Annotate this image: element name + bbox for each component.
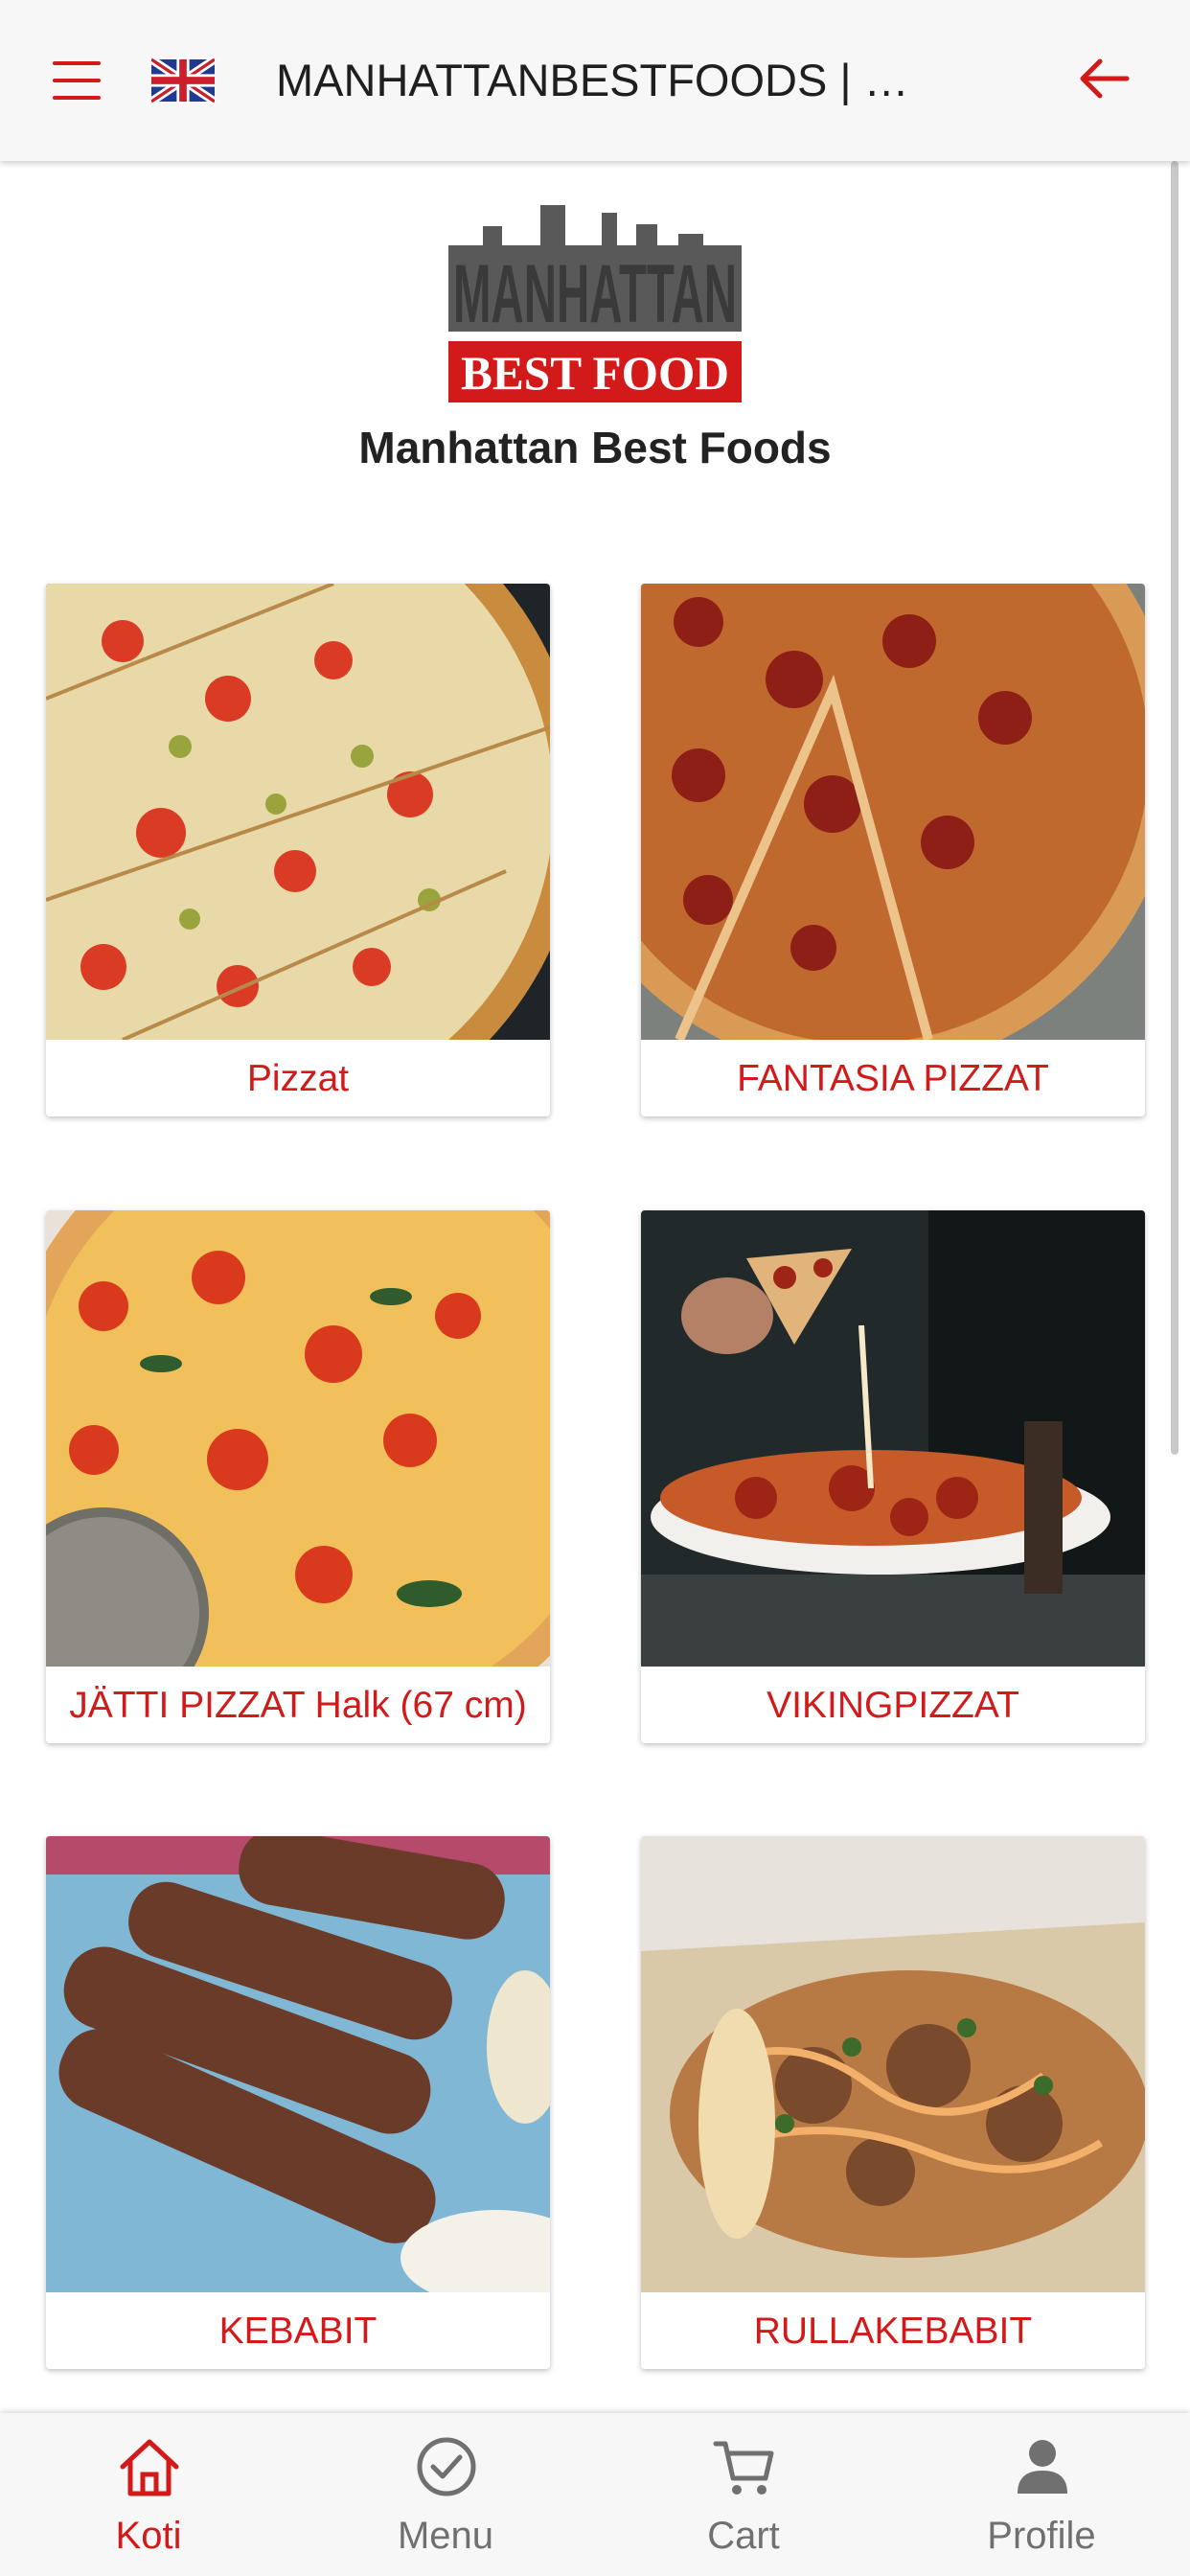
category-card-kebabit[interactable]: KEBABIT [46,1836,550,2369]
kebab-skewers-image [46,1836,550,2292]
svg-text:BEST FOOD: BEST FOOD [461,346,729,400]
kebab-roll-box-image [641,1836,1145,2292]
category-card-rullakebabit[interactable]: RULLAKEBABIT [641,1836,1145,2369]
svg-text:MANHATTAN: MANHATTAN [453,248,737,340]
category-label: JÄTTI PIZZAT Halk (67 cm) [69,1685,527,1726]
category-card-jatti-pizzat[interactable]: JÄTTI PIZZAT Halk (67 cm) [46,1210,550,1743]
category-label: Pizzat [246,1058,350,1099]
arrow-left-icon[interactable] [1077,56,1131,102]
bottom-navigation: Koti Menu Cart Profile [0,2413,1190,2576]
nav-item-koti[interactable]: Koti [0,2413,297,2576]
nav-label-profile: Profile [987,2515,1096,2557]
app-header: MANHATTANBESTFOODS | … [0,0,1190,161]
margherita-pizza-image [46,1210,550,1667]
pizza-slice-lift-image [641,1210,1145,1667]
category-card-vikingpizzat[interactable]: VIKINGPIZZAT [641,1210,1145,1743]
category-label: VIKINGPIZZAT [767,1685,1019,1726]
nav-item-profile[interactable]: Profile [893,2413,1190,2576]
nav-label-koti: Koti [115,2515,182,2557]
cart-icon [713,2441,774,2495]
category-card-pizzat[interactable]: Pizzat [46,584,550,1116]
nav-label-menu: Menu [397,2515,494,2557]
nav-item-menu[interactable]: Menu [297,2413,594,2576]
hamburger-icon[interactable] [53,61,101,100]
person-icon [1018,2440,1067,2494]
store-logo: MANHATTAN BEST FOOD [448,205,742,402]
nav-item-cart[interactable]: Cart [595,2413,892,2576]
category-label: KEBABIT [218,2311,378,2352]
category-card-fantasia-pizzat[interactable]: FANTASIA PIZZAT [641,584,1145,1116]
uk-flag-icon[interactable] [151,58,215,104]
home-icon [120,2439,179,2496]
category-label: FANTASIA PIZZAT [737,1058,1049,1099]
category-label: RULLAKEBABIT [753,2311,1033,2352]
header-title: MANHATTANBESTFOODS | … [276,55,909,105]
nav-label-cart: Cart [707,2515,780,2557]
pizza-olive-tomato-image [46,584,550,1040]
check-circle-icon [417,2437,476,2496]
pepperoni-pizza-image [641,584,1145,1040]
scroll-indicator[interactable] [1171,161,1179,1455]
store-name: Manhattan Best Foods [358,423,832,472]
